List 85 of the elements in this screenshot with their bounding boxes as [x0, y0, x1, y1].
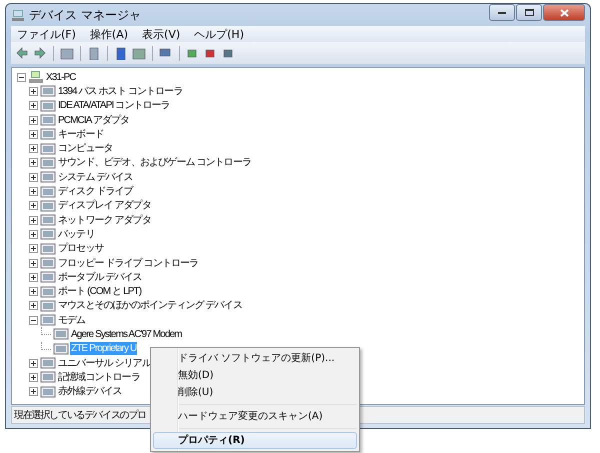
minimize-button[interactable] [489, 4, 515, 21]
expander-icon[interactable] [29, 272, 38, 282]
device-icon [53, 342, 69, 356]
expander-icon[interactable] [29, 301, 38, 310]
tree-item[interactable]: IDE ATA/ATAPI コントローラ [57, 99, 171, 112]
computer-icon [28, 70, 44, 84]
expander-icon[interactable] [29, 172, 38, 182]
tree-item[interactable]: フロッピー ドライブ コントローラ [57, 256, 200, 270]
menu-item[interactable]: 操作(A) [84, 26, 134, 42]
menu-item[interactable]: 表示(V) [136, 26, 186, 42]
tree-item[interactable]: Agere Systems AC'97 Modem [70, 328, 183, 341]
tree-item[interactable]: 1394 バス ホスト コントローラ [57, 84, 184, 98]
device-icon [40, 242, 56, 256]
status-text: 現在選択しているデバイスのプロ [14, 408, 146, 422]
expander-icon[interactable] [29, 101, 38, 110]
expander-icon[interactable] [29, 86, 38, 96]
device-icon [40, 370, 56, 384]
device-icon [40, 184, 56, 199]
tree-item[interactable]: モデム [57, 314, 86, 327]
device-icon [40, 170, 56, 184]
device-icon [40, 227, 56, 242]
device-icon [40, 84, 56, 98]
device-icon [40, 356, 56, 370]
expander-icon[interactable] [29, 230, 38, 239]
device-icon [40, 127, 56, 142]
menu-item[interactable]: ハードウェア変更のスキャン(A) [153, 408, 357, 425]
maximize-button[interactable] [516, 4, 542, 21]
tree-item[interactable]: キーボード [57, 128, 105, 141]
menu-item[interactable]: ファイル(F) [11, 26, 82, 42]
window-title: デバイス マネージャ [29, 6, 141, 24]
maximize-icon [524, 9, 534, 16]
expander-icon[interactable] [29, 116, 38, 125]
device-icon [40, 213, 56, 228]
tree-item[interactable]: システム デバイス [57, 170, 134, 184]
tree-item[interactable]: プロセッサ [57, 242, 105, 256]
tree-item[interactable]: マウスとそのほかのポインティング デバイス [57, 299, 243, 312]
expander-icon[interactable] [29, 258, 38, 268]
device-icon [40, 298, 56, 313]
tree-item[interactable]: 記憶域コントローラ [57, 370, 141, 384]
tree-item[interactable]: ポート (COM と LPT) [57, 285, 142, 298]
computer-icon [11, 8, 25, 22]
device-icon [40, 270, 56, 284]
menu-item[interactable]: ドライバ ソフトウェアの更新(P)... [153, 350, 357, 367]
expander-icon[interactable] [29, 201, 38, 210]
expander-icon[interactable] [29, 316, 38, 325]
tree-item[interactable]: PCMCIA アダプタ [57, 114, 130, 127]
tree-item[interactable]: サウンド、ビデオ、およびゲーム コントローラ [57, 156, 252, 170]
menu-item[interactable]: ヘルプ(H) [188, 26, 250, 42]
expander-icon[interactable] [29, 187, 38, 196]
expander-icon[interactable] [29, 158, 38, 168]
expander-icon[interactable] [29, 387, 38, 396]
device-icon [53, 327, 69, 342]
tree-item[interactable]: ディスク ドライブ [57, 185, 134, 198]
device-icon [40, 284, 56, 299]
expander-icon[interactable] [29, 372, 38, 382]
expander-icon[interactable] [17, 72, 26, 82]
expander-icon[interactable] [29, 244, 38, 254]
menu-item[interactable]: 無効(D) [153, 367, 357, 384]
device-icon [40, 156, 56, 170]
device-icon [40, 98, 56, 113]
tree-item[interactable]: 赤外線デバイス [57, 385, 123, 398]
menu-item[interactable]: プロパティ(R) [153, 432, 357, 449]
minimize-icon [498, 10, 506, 14]
device-icon [40, 113, 56, 128]
expander-icon[interactable] [29, 144, 38, 154]
expander-icon[interactable] [29, 287, 38, 296]
back-icon[interactable] [14, 45, 30, 61]
tree-item[interactable]: X31-PC [45, 70, 77, 84]
expander-icon[interactable] [29, 130, 38, 139]
device-icon [40, 313, 56, 328]
close-icon [560, 8, 568, 16]
tree-item[interactable]: ネットワーク アダプタ [57, 214, 152, 227]
menu-item[interactable]: 削除(U) [153, 384, 357, 401]
tree-item[interactable]: コンピュータ [57, 142, 114, 156]
device-icon [40, 256, 56, 270]
expander-icon[interactable] [29, 358, 38, 368]
forward-icon[interactable] [32, 45, 48, 61]
close-button[interactable] [543, 4, 585, 21]
tree-item[interactable]: バッテリ [57, 228, 96, 241]
device-icon [40, 384, 56, 399]
expander-icon[interactable] [29, 216, 38, 225]
device-icon [40, 142, 56, 156]
device-icon [40, 198, 56, 213]
tree-item[interactable]: ポータブル デバイス [57, 270, 143, 284]
tree-item[interactable]: ディスプレイ アダプタ [57, 199, 152, 212]
